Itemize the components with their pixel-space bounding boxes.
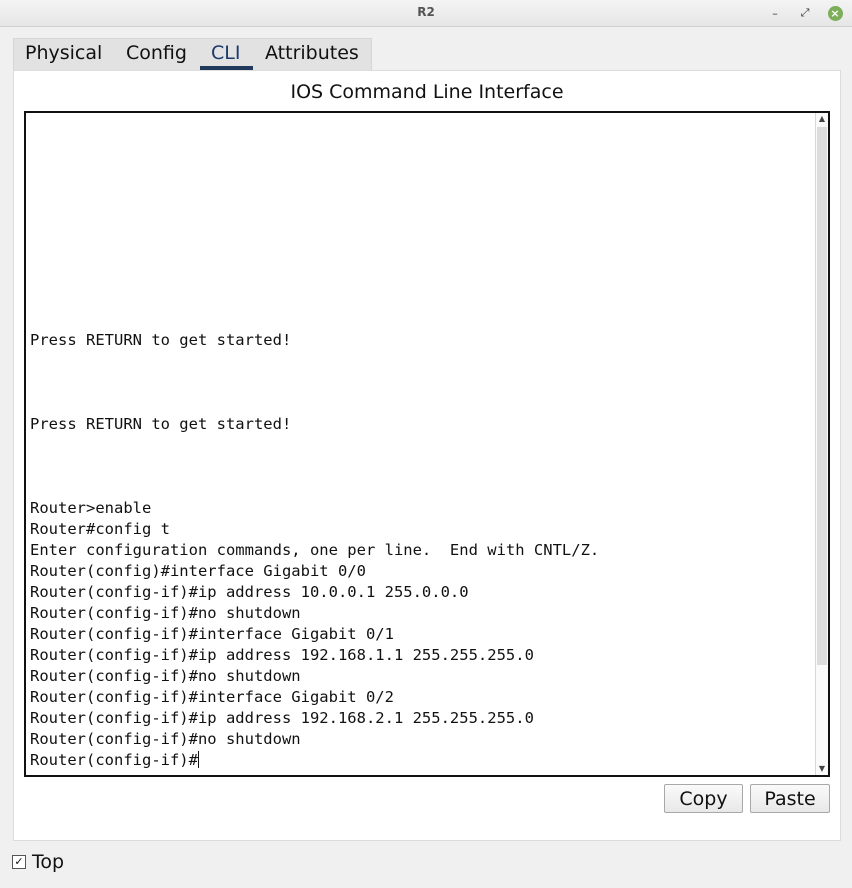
text-cursor — [197, 751, 199, 768]
terminal-prompt: Router(config-if)# — [30, 751, 198, 769]
terminal-line: Enter configuration commands, one per li… — [30, 541, 600, 559]
terminal-line: Router(config-if)#no shutdown — [30, 730, 301, 748]
cli-terminal[interactable]: Press RETURN to get started! Press RETUR… — [24, 111, 830, 777]
top-checkbox-row[interactable]: ✓ Top — [12, 851, 64, 873]
tab-config[interactable]: Config — [126, 42, 187, 64]
top-checkbox[interactable]: ✓ — [12, 855, 26, 869]
paste-button[interactable]: Paste — [750, 784, 830, 813]
device-window: R2 – ⤢ × Physical Config CLI Attributes … — [0, 0, 852, 888]
tab-cli[interactable]: CLI — [211, 42, 240, 64]
terminal-line: Router(config-if)#no shutdown — [30, 667, 301, 685]
terminal-line: Router#config t — [30, 520, 170, 538]
terminal-output: Press RETURN to get started! Press RETUR… — [30, 330, 810, 771]
window-title: R2 — [417, 5, 435, 19]
cli-panel: IOS Command Line Interface Press RETURN … — [13, 70, 841, 841]
scroll-down-icon[interactable]: ▼ — [816, 763, 828, 775]
scrollbar-thumb[interactable] — [817, 127, 827, 665]
terminal-line: Router(config-if)#interface Gigabit 0/1 — [30, 625, 394, 643]
scroll-up-icon[interactable]: ▲ — [816, 113, 828, 125]
tab-physical[interactable]: Physical — [25, 42, 102, 64]
terminal-line: Router>enable — [30, 499, 152, 517]
terminal-line: Router(config)#interface Gigabit 0/0 — [30, 562, 366, 580]
top-checkbox-label: Top — [32, 851, 65, 873]
terminal-prompt-line: Router(config-if)# — [30, 750, 810, 771]
maximize-icon[interactable]: ⤢ — [796, 4, 814, 22]
tab-bar: Physical Config CLI Attributes — [13, 38, 372, 71]
close-button[interactable]: × — [826, 4, 844, 22]
copy-button[interactable]: Copy — [664, 784, 743, 813]
cli-heading: IOS Command Line Interface — [290, 81, 564, 103]
terminal-line: Router(config-if)#ip address 10.0.0.1 25… — [30, 583, 469, 601]
terminal-line: Router(config-if)#ip address 192.168.1.1… — [30, 646, 534, 664]
terminal-line: Router(config-if)#ip address 192.168.2.1… — [30, 709, 534, 727]
terminal-line: Press RETURN to get started! — [30, 415, 292, 433]
terminal-line: Press RETURN to get started! — [30, 331, 292, 349]
minimize-icon[interactable]: – — [766, 4, 784, 22]
terminal-scrollbar[interactable]: ▲ ▼ — [815, 113, 828, 775]
title-bar: R2 – ⤢ × — [0, 0, 852, 27]
terminal-line: Router(config-if)#interface Gigabit 0/2 — [30, 688, 394, 706]
tab-attributes[interactable]: Attributes — [265, 42, 359, 64]
close-icon: × — [827, 5, 843, 21]
terminal-line: Router(config-if)#no shutdown — [30, 604, 301, 622]
